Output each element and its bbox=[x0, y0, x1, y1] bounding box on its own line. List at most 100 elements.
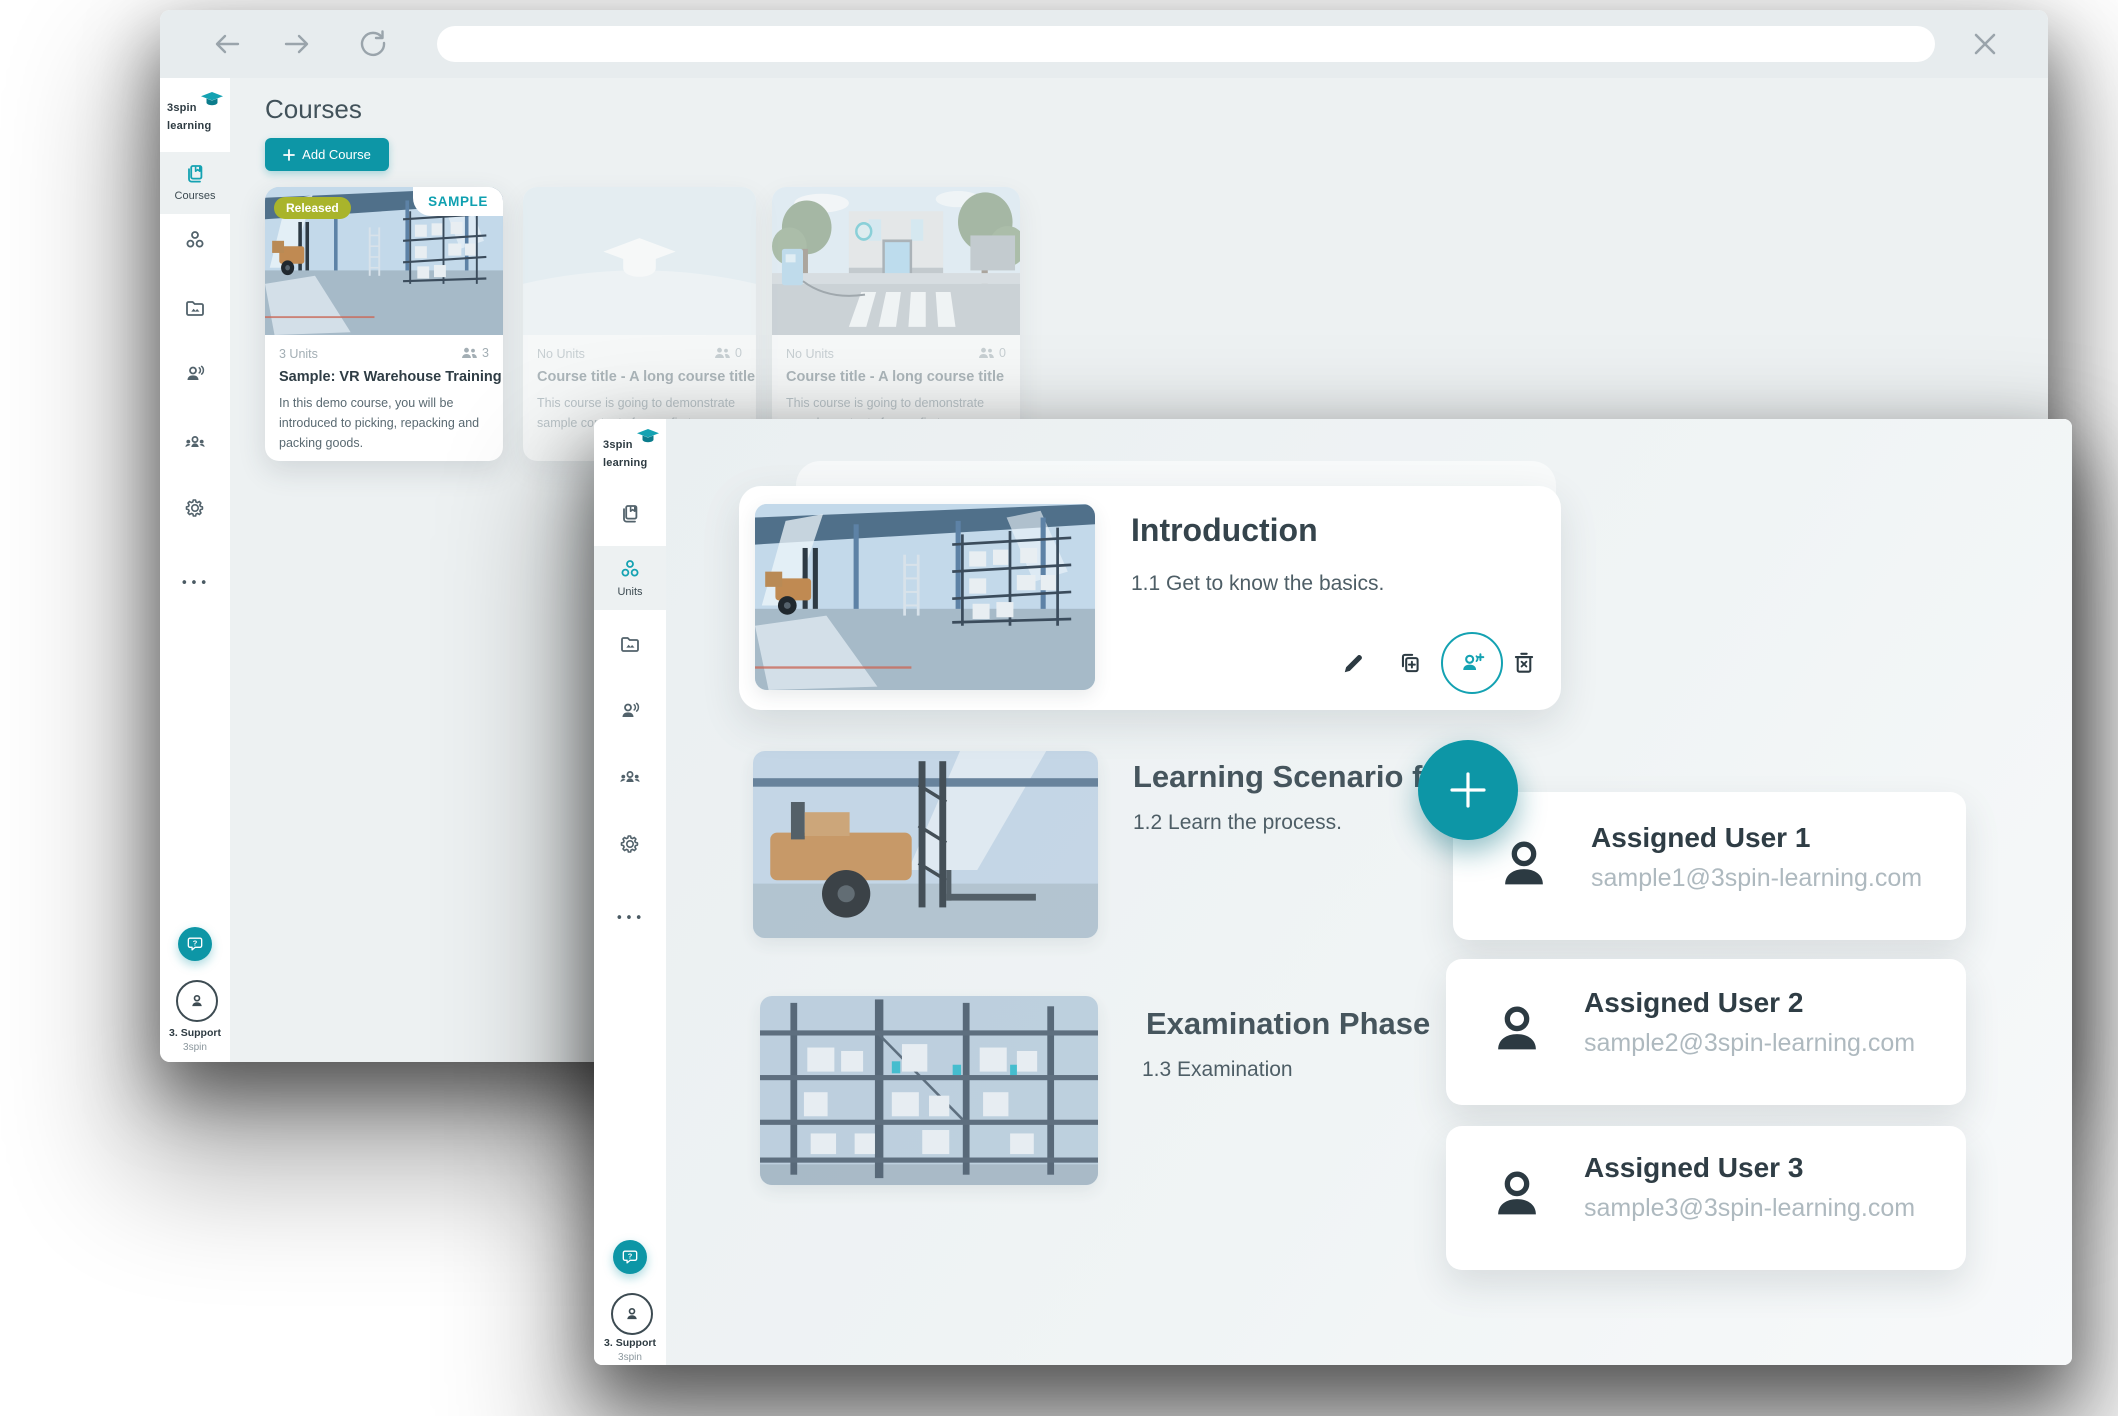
plus-icon bbox=[283, 149, 295, 161]
assigned-user-card[interactable]: Assigned User 1 sample1@3spin-learning.c… bbox=[1453, 792, 1966, 940]
front-window: 3spin learning Units bbox=[594, 419, 2072, 1365]
course-description: In this demo course, you will be introdu… bbox=[279, 393, 487, 453]
brand-line1: 3spin bbox=[603, 439, 633, 451]
add-course-button[interactable]: Add Course bbox=[265, 138, 389, 171]
sidebar-item-units-label: Units bbox=[594, 586, 666, 598]
assigned-user-name: Assigned User 3 bbox=[1584, 1152, 1803, 1184]
settings-gear-icon[interactable] bbox=[618, 832, 642, 856]
graduation-cap-icon bbox=[201, 92, 223, 107]
units-count: No Units bbox=[537, 347, 585, 361]
settings-gear-icon[interactable] bbox=[183, 496, 207, 520]
unit-subtitle: 1.1 Get to know the basics. bbox=[1131, 572, 1384, 596]
browser-toolbar bbox=[160, 10, 2048, 78]
brand-logo: 3spin learning bbox=[603, 431, 661, 473]
unit-thumbnail[interactable] bbox=[755, 504, 1095, 690]
address-bar-input[interactable] bbox=[437, 26, 1935, 62]
duplicate-icon[interactable] bbox=[1393, 646, 1427, 680]
help-bubble-icon[interactable]: ? bbox=[613, 1240, 647, 1274]
delete-trash-icon[interactable] bbox=[1507, 646, 1541, 680]
user-icon bbox=[1486, 999, 1548, 1061]
user-icon bbox=[1493, 834, 1555, 896]
assigned-user-email: sample2@3spin-learning.com bbox=[1584, 1029, 1915, 1058]
more-dots-icon[interactable]: ••• bbox=[160, 576, 230, 591]
edit-pencil-icon[interactable] bbox=[1337, 646, 1371, 680]
brand-line2: learning bbox=[167, 120, 211, 132]
groups-icon[interactable] bbox=[183, 430, 207, 454]
assigned-user-email: sample1@3spin-learning.com bbox=[1591, 864, 1922, 893]
back-sidebar: 3spin learning Courses bbox=[160, 78, 230, 1062]
account-name: 3. Support bbox=[594, 1337, 666, 1349]
account-name: 3. Support bbox=[160, 1027, 230, 1039]
help-bubble-icon[interactable]: ? bbox=[178, 927, 212, 961]
avatar-icon[interactable] bbox=[176, 980, 218, 1022]
media-folder-icon[interactable] bbox=[618, 632, 642, 656]
brand-line1: 3spin bbox=[167, 102, 197, 114]
plus-icon bbox=[1446, 768, 1490, 812]
course-title: Sample: VR Warehouse Training bbox=[279, 369, 502, 385]
people-count-icon bbox=[714, 347, 731, 360]
assigned-count-group: 0 bbox=[714, 346, 742, 360]
account-org: 3spin bbox=[160, 1042, 230, 1053]
sidebar-item-courses[interactable]: Courses bbox=[160, 152, 230, 214]
add-course-label: Add Course bbox=[302, 147, 371, 162]
page-title: Courses bbox=[265, 94, 362, 125]
unit-thumbnail[interactable] bbox=[753, 751, 1098, 938]
brand-logo: 3spin learning bbox=[167, 94, 225, 136]
svg-text:?: ? bbox=[628, 1252, 633, 1261]
sidebar-item-courses-label: Courses bbox=[160, 190, 230, 202]
unit-subtitle: 1.3 Examination bbox=[1142, 1058, 1293, 1082]
user-icon bbox=[1486, 1164, 1548, 1226]
assigned-user-card[interactable]: Assigned User 2 sample2@3spin-learning.c… bbox=[1446, 959, 1966, 1105]
screenshot-stage: 3spin learning Courses bbox=[0, 0, 2118, 1416]
courses-book-icon bbox=[183, 162, 207, 186]
front-sidebar: 3spin learning Units bbox=[594, 419, 666, 1365]
assigned-count: 0 bbox=[999, 346, 1006, 360]
assigned-user-email: sample3@3spin-learning.com bbox=[1584, 1194, 1915, 1223]
unit-card-introduction[interactable]: Introduction 1.1 Get to know the basics. bbox=[739, 486, 1561, 710]
add-unit-fab[interactable] bbox=[1418, 740, 1518, 840]
assigned-count: 3 bbox=[482, 346, 489, 360]
units-nodes-icon bbox=[618, 557, 642, 581]
course-thumbnail-placeholder bbox=[523, 187, 756, 335]
units-count: 3 Units bbox=[279, 347, 318, 361]
course-title: Course title - A long course title bbox=[786, 369, 1004, 385]
users-icon[interactable] bbox=[618, 699, 642, 723]
media-folder-icon[interactable] bbox=[183, 296, 207, 320]
assign-user-icon bbox=[1458, 649, 1486, 677]
forward-arrow-icon[interactable] bbox=[282, 30, 312, 58]
units-count: No Units bbox=[786, 347, 834, 361]
reload-icon[interactable] bbox=[358, 28, 388, 58]
assigned-user-name: Assigned User 2 bbox=[1584, 987, 1803, 1019]
people-count-icon bbox=[978, 347, 995, 360]
course-thumbnail bbox=[772, 187, 1020, 335]
graduation-cap-icon bbox=[637, 429, 659, 444]
back-arrow-icon[interactable] bbox=[212, 30, 242, 58]
sidebar-item-units[interactable]: Units bbox=[594, 546, 666, 610]
people-count-icon bbox=[461, 347, 478, 360]
status-badge: Released bbox=[274, 197, 351, 219]
account-org: 3spin bbox=[594, 1352, 666, 1363]
avatar-icon[interactable] bbox=[611, 1293, 653, 1335]
units-nodes-icon[interactable] bbox=[183, 228, 207, 252]
brand-line2: learning bbox=[603, 457, 647, 469]
unit-title: Examination Phase bbox=[1146, 1006, 1430, 1042]
courses-book-icon[interactable] bbox=[618, 502, 642, 526]
unit-subtitle: 1.2 Learn the process. bbox=[1133, 811, 1342, 835]
sample-tag: SAMPLE bbox=[413, 187, 503, 216]
unit-thumbnail[interactable] bbox=[760, 996, 1098, 1185]
course-card[interactable]: Released SAMPLE 3 Units 3 Sample: VR War… bbox=[265, 187, 503, 461]
assigned-count-group: 0 bbox=[978, 346, 1006, 360]
assigned-count-group: 3 bbox=[461, 346, 489, 360]
assign-user-button[interactable] bbox=[1441, 632, 1503, 694]
front-content: Introduction 1.1 Get to know the basics. bbox=[666, 419, 2072, 1365]
users-icon[interactable] bbox=[183, 362, 207, 386]
more-dots-icon[interactable]: ••• bbox=[594, 911, 666, 926]
unit-title: Introduction bbox=[1131, 512, 1318, 549]
assigned-user-name: Assigned User 1 bbox=[1591, 822, 1810, 854]
assigned-user-card[interactable]: Assigned User 3 sample3@3spin-learning.c… bbox=[1446, 1126, 1966, 1270]
close-icon[interactable] bbox=[1972, 31, 1998, 57]
svg-text:?: ? bbox=[193, 939, 198, 948]
groups-icon[interactable] bbox=[618, 765, 642, 789]
course-title: Course title - A long course title bbox=[537, 369, 755, 385]
assigned-count: 0 bbox=[735, 346, 742, 360]
